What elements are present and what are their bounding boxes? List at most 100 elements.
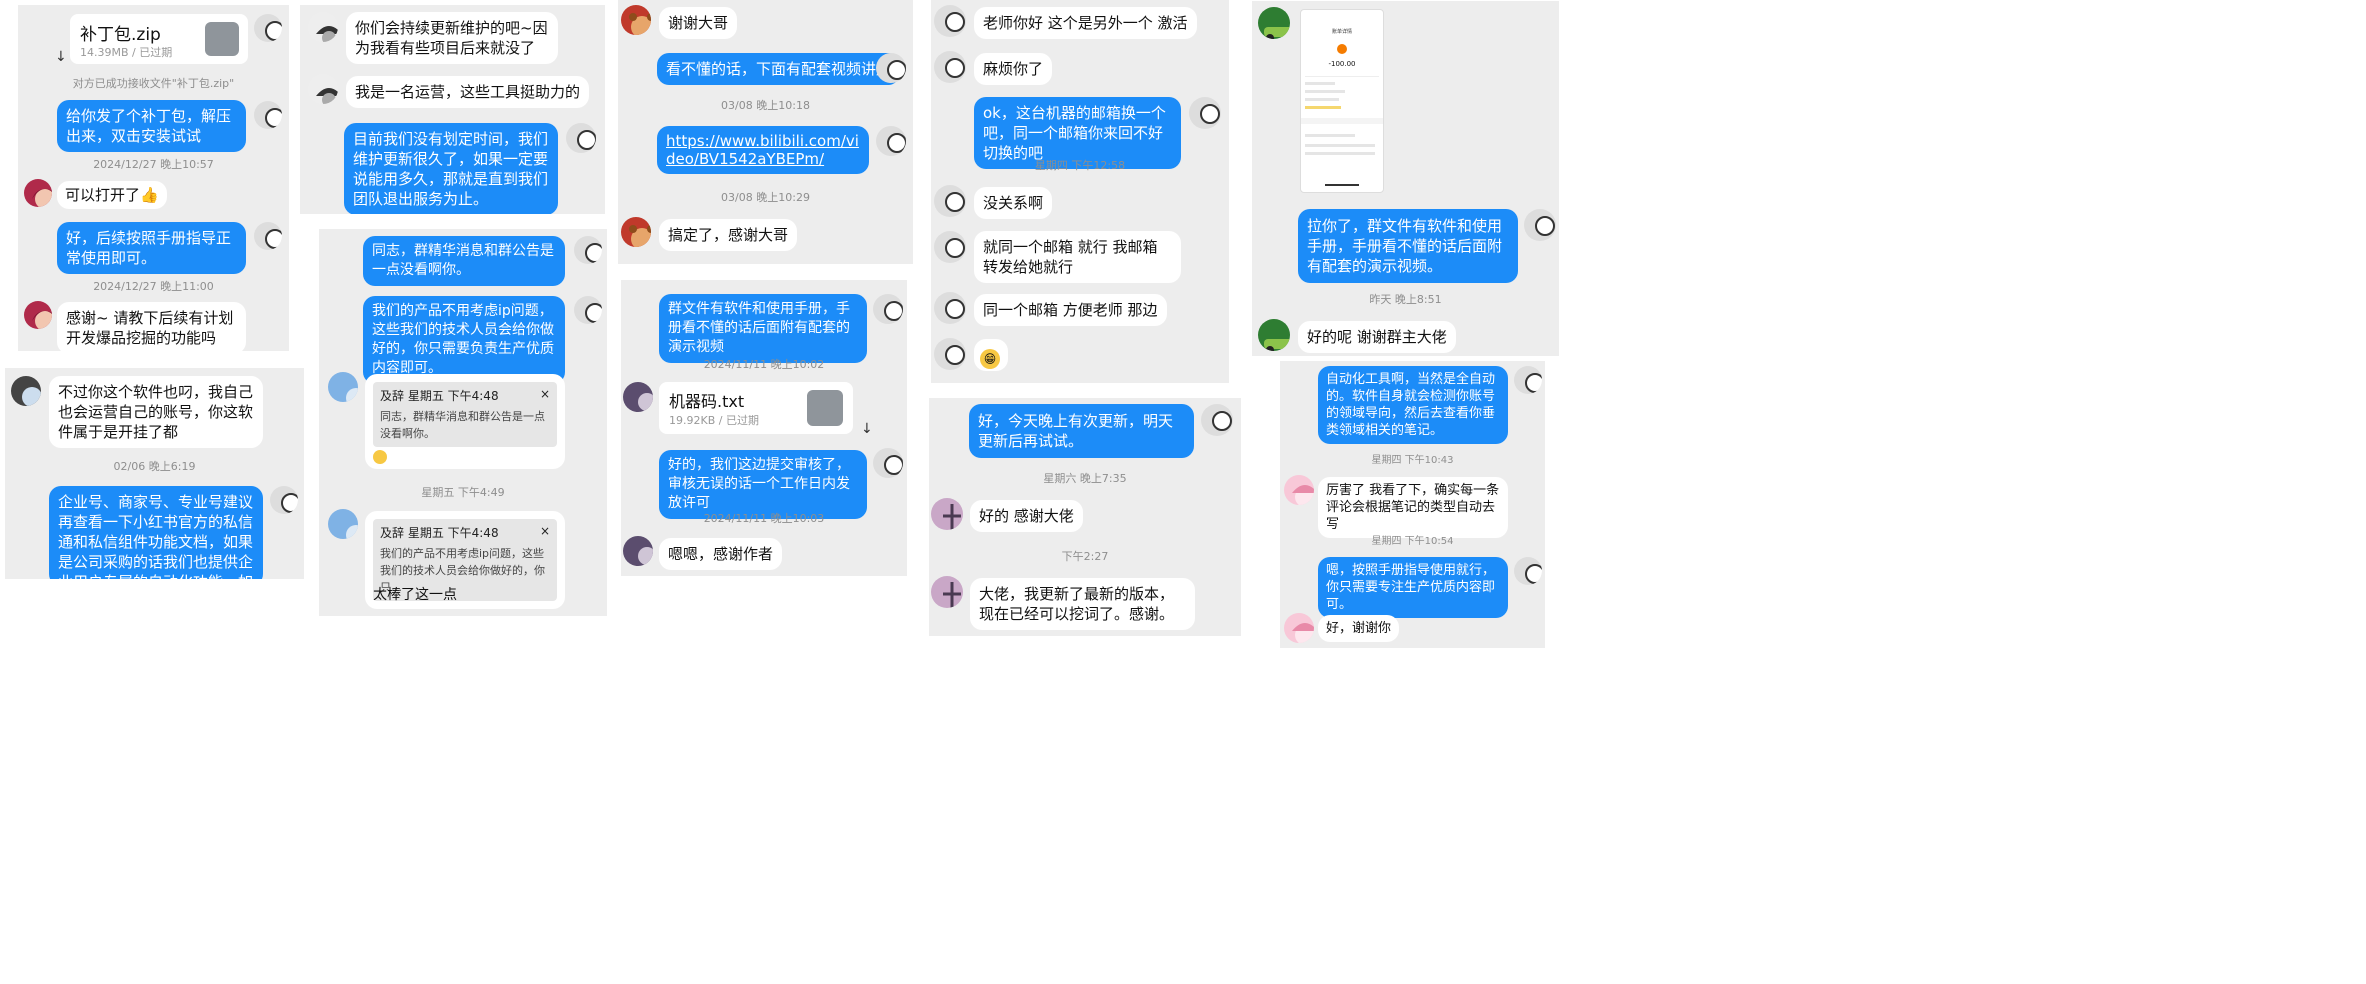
download-icon[interactable]: ↓ [55,49,67,65]
message-bubble: 厉害了 我看了下，确实每一条评论会根据笔记的类型自动去写 [1318,477,1508,538]
quote-text: 同志，群精华消息和群公告是一点没看啊你。 [380,410,545,440]
avatar-sketch [254,222,282,250]
avatar-sketch [876,126,906,156]
timestamp: 星期五 下午4:49 [421,486,505,499]
emoji-bubble: 😁 [974,339,1008,371]
timestamp: 星期四 下午12:58 [1034,159,1126,172]
message-bubble: 同一个邮箱 方便老师 那边 [974,294,1167,326]
avatar-pink [1284,475,1314,505]
message-bubble: 麻烦你了 [974,53,1053,85]
chat-panel-2: 不过你这个软件也叼，我自己也会运营自己的账号，你这软件属于是开挂了都 02/06… [5,368,304,579]
avatar-sketch [1189,97,1221,129]
avatar-sketch [934,292,966,324]
message-bubble: 可以打开了👍 [57,181,167,209]
avatar-bear [621,217,651,247]
message-bubble: 好的呢 谢谢群主大佬 [1298,321,1456,353]
message-bubble: 嗯嗯，感谢作者 [659,538,783,570]
avatar-sketch [934,185,966,217]
message-bubble: 目前我们没有划定时间，我们维护更新很久了，如果一定要说能用多久，那就是直到我们团… [344,123,558,214]
chat-panel-4: 同志，群精华消息和群公告是一点没看啊你。 我们的产品不用考虑ip问题，这些我们的… [319,229,607,616]
avatar-sketch [1514,366,1542,394]
zip-file-icon [205,22,239,56]
message-bubble: 群文件有软件和使用手册，手册看不懂的话后面附有配套的演示视频 [659,294,867,363]
avatar-sky [328,509,358,539]
message-bubble: 给你发了个补丁包，解压出来，双击安装试试 [57,100,246,152]
close-icon[interactable]: × [540,387,550,401]
avatar-sketch [934,51,966,83]
avatar-purple [623,536,653,566]
avatar-sketch [254,14,282,42]
quote-header: 及辞 星期五 下午4:48 × [380,387,550,403]
message-bubble: 好的 感谢大佬 [970,500,1083,532]
message-bubble: 同志，群精华消息和群公告是一点没看啊你。 [363,236,565,286]
chat-panel-7: 老师你好 这个是另外一个 激活 麻烦你了 ok，这台机器的邮箱换一个吧，同一个邮… [931,0,1229,383]
timestamp: 03/08 晚上10:29 [721,191,810,204]
emoji-icon: 😁 [980,348,1000,369]
message-bubble: 好，今天晚上有次更新，明天更新后再试试。 [969,404,1194,458]
chat-panel-5: 谢谢大哥 看不懂的话，下面有配套视频讲解 03/08 晚上10:18 https… [618,0,913,264]
quoted-reply[interactable]: 及辞 星期五 下午4:48 × 我们的产品不用考虑ip问题，这些我们的技术人员会给… [365,511,565,609]
avatar-cap [308,12,338,42]
chat-panel-3: 你们会持续更新维护的吧~因为我看有些项目后来就没了 我是一名运营，这些工具挺助力… [300,5,605,214]
avatar-sketch [1524,209,1556,241]
avatar-car [1258,7,1290,39]
message-bubble: 我们的产品不用考虑ip问题，这些我们的技术人员会给你做好的，你只需要负责生产优质… [363,296,565,384]
avatar-sketch [876,53,906,83]
avatar-sketch [574,296,602,324]
timestamp: 星期六 晚上7:35 [1043,472,1127,485]
timestamp: 2024/11/11 晚上10:02 [703,358,825,371]
file-meta: 14.39MB / 已过期 [80,46,173,59]
video-link[interactable]: https://www.bilibili.com/video/BV1542aYB… [666,132,859,168]
chat-panel-9: 账单详情 -100.00 拉你了，群文件有软件和使用手册，手册看不懂的话后面附有… [1252,1,1559,356]
message-bubble: 嗯，按照手册指导使用就行，你只需要专注生产优质内容即可。 [1318,557,1508,618]
quote-header: 及辞 星期五 下午4:48 × [380,524,550,540]
phone-amount: -100.00 [1328,60,1356,68]
chat-panel-1: 补丁包.zip 14.39MB / 已过期 ↓ 对方已成功接收文件"补丁包.zi… [18,5,289,351]
screenshot-image[interactable]: 账单详情 -100.00 [1300,9,1384,193]
timestamp: 下午2:27 [1061,550,1109,563]
avatar-car [1258,319,1290,351]
text-file-icon [807,390,843,426]
file-card-zip[interactable]: 补丁包.zip 14.39MB / 已过期 [70,14,248,64]
timestamp: 02/06 晚上6:19 [113,460,196,473]
message-bubble: 搞定了，感谢大哥 [659,219,798,251]
chat-panel-8: 好，今天晚上有次更新，明天更新后再试试。 星期六 晚上7:35 好的 感谢大佬 … [929,398,1241,636]
avatar-anime [24,301,52,329]
phone-title: 账单详情 [1331,29,1352,35]
timestamp: 昨天 晚上8:51 [1369,293,1442,306]
timestamp: 星期四 下午10:54 [1371,536,1454,547]
avatar-sketch [574,236,602,264]
file-card-txt[interactable]: 机器码.txt 19.92KB / 已过期 [659,382,853,434]
message-bubble: 好的，我们这边提交审核了，审核无误的话一个工作日内发放许可 [659,450,867,519]
message-bubble: 看不懂的话，下面有配套视频讲解 [657,53,901,85]
message-bubble: 没关系啊 [974,187,1053,219]
close-icon[interactable]: × [540,524,550,538]
avatar-bear [621,5,651,35]
file-name: 补丁包.zip [80,25,161,45]
avatar-sketch [566,123,596,153]
avatar-anime [24,179,52,207]
message-bubble: 好，后续按照手册指导正常使用即可。 [57,222,246,274]
chat-panel-6: 群文件有软件和使用手册，手册看不懂的话后面附有配套的演示视频 2024/11/1… [621,280,907,576]
download-icon[interactable]: ↓ [861,421,873,437]
emoji-icon [373,446,387,465]
message-bubble: 我是一名运营，这些工具挺助力的 [346,76,590,108]
message-bubble: 你们会持续更新维护的吧~因为我看有些项目后来就没了 [346,12,558,64]
file-name: 机器码.txt [669,392,745,411]
avatar-cap [308,74,338,104]
reply-text: 太棒了这一点 [373,587,457,603]
timestamp: 星期四 下午10:43 [1371,455,1454,466]
quoted-reply[interactable]: 及辞 星期五 下午4:48 × 同志，群精华消息和群公告是一点没看啊你。 [365,374,565,469]
avatar-purple [623,382,653,412]
message-bubble: 大佬，我更新了最新的版本，现在已经可以挖词了。感谢。 [970,578,1195,630]
chat-panel-10: 自动化工具啊，当然是全自动的。软件自身就会检测你账号的领域导向，然后去查看你垂类… [1280,361,1545,648]
message-bubble: 老师你好 这个是另外一个 激活 [974,7,1197,39]
message-bubble: 自动化工具啊，当然是全自动的。软件自身就会检测你账号的领域导向，然后去查看你垂类… [1318,366,1508,444]
coin-icon [1337,44,1347,54]
avatar-sketch [934,338,966,370]
link-bubble[interactable]: https://www.bilibili.com/video/BV1542aYB… [657,126,869,174]
timestamp: 2024/12/27 晚上10:57 [93,158,214,171]
avatar-sketch [270,486,298,514]
avatar-pink [1284,613,1314,643]
avatar-sky [328,372,358,402]
